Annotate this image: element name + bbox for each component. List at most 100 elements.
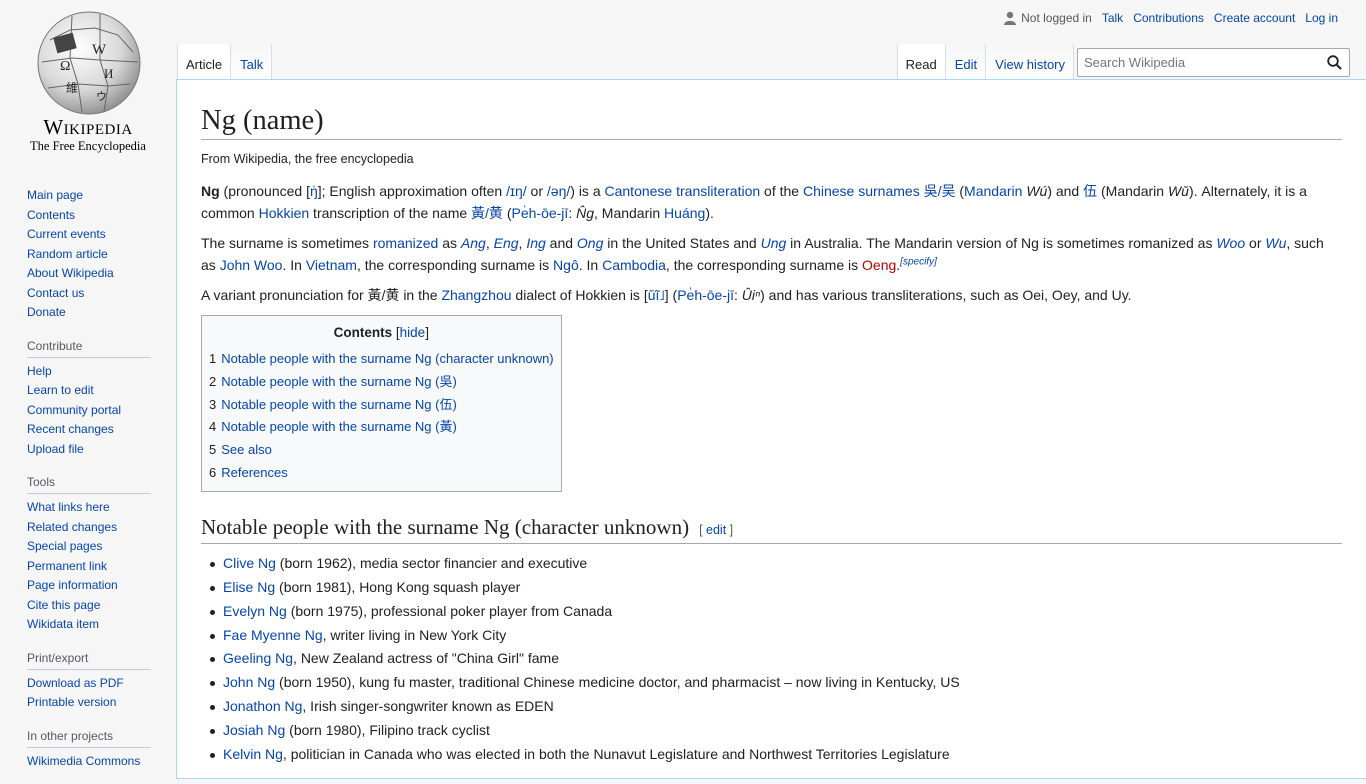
sidebar-item-about[interactable]: About Wikipedia (27, 266, 114, 280)
sidebar-item-contact[interactable]: Contact us (27, 286, 84, 300)
talk-link[interactable]: Talk (1102, 11, 1123, 25)
search-input[interactable] (1078, 55, 1319, 70)
sidebar-item-wikimedia-commons[interactable]: Wikimedia Commons (27, 754, 140, 768)
link-wu-character[interactable]: 吳/吴 (924, 183, 956, 199)
toc-link[interactable]: Notable people with the surname Ng (黃) (221, 419, 457, 434)
sidebar-item-related-changes[interactable]: Related changes (27, 520, 117, 534)
sidebar-item-main-page[interactable]: Main page (27, 188, 83, 202)
section-edit-link[interactable]: edit (706, 523, 726, 537)
section-heading: Notable people with the surname Ng (char… (201, 514, 1342, 545)
tab-edit-label[interactable]: Edit (955, 57, 977, 72)
sidebar-item-printable-version[interactable]: Printable version (27, 695, 116, 709)
sidebar-item-page-information[interactable]: Page information (27, 578, 118, 592)
person-desc: , New Zealand actress of "China Girl" fa… (293, 650, 559, 667)
person-link[interactable]: Elise Ng (223, 579, 275, 595)
link-ung[interactable]: Ung (761, 235, 787, 251)
ipa-link[interactable]: ŭĩ˩ (648, 287, 665, 303)
person-link[interactable]: Geeling Ng (223, 650, 293, 666)
sidebar-item-community-portal[interactable]: Community portal (27, 403, 121, 417)
person-link[interactable]: John Ng (223, 674, 275, 690)
search-button[interactable] (1319, 49, 1349, 77)
sidebar-item-contents[interactable]: Contents (27, 208, 75, 222)
link-poj[interactable]: Pe̍h-ōe-jī (512, 205, 569, 221)
person-link[interactable]: Josiah Ng (223, 722, 285, 738)
toc-item[interactable]: 4 Notable people with the surname Ng (黃) (209, 416, 554, 439)
person-link[interactable]: Jonathon Ng (223, 698, 302, 714)
link-cantonese-transliteration[interactable]: Cantonese transliteration (605, 183, 761, 199)
toc-item[interactable]: 3 Notable people with the surname Ng (伍) (209, 394, 554, 417)
toc-title: Contents [hide] (209, 325, 554, 340)
ipa-link[interactable]: /əŋ/ (547, 183, 570, 199)
toc-link[interactable]: Notable people with the surname Ng (char… (221, 351, 553, 366)
toc-item[interactable]: 1 Notable people with the surname Ng (cha… (209, 348, 554, 371)
tab-talk-label[interactable]: Talk (240, 57, 263, 72)
link-wu5-character[interactable]: 伍 (1083, 183, 1097, 199)
sidebar-item-recent-changes[interactable]: Recent changes (27, 422, 114, 436)
link-ing[interactable]: Ing (526, 235, 545, 251)
tab-read[interactable]: Read (896, 44, 946, 80)
link-ang[interactable]: Ang (461, 235, 486, 251)
sidebar-item-help[interactable]: Help (27, 364, 52, 378)
toc-number: 4 (209, 419, 217, 435)
link-oeng[interactable]: Oeng (862, 257, 896, 273)
sidebar-item-random-article[interactable]: Random article (27, 247, 108, 261)
toc-link[interactable]: References (221, 465, 287, 480)
sidebar-item-current-events[interactable]: Current events (27, 227, 106, 241)
sidebar-item-what-links-here[interactable]: What links here (27, 500, 110, 514)
link-vietnam[interactable]: Vietnam (306, 257, 357, 273)
wikipedia-logo[interactable]: W Ω И 維 ウ Wikipedia The Free Encyclopedi… (0, 0, 176, 160)
link-poj[interactable]: Pe̍h-ōe-jī (677, 287, 734, 303)
person-link[interactable]: Kelvin Ng (223, 746, 283, 762)
link-mandarin[interactable]: Mandarin (964, 183, 1022, 199)
person-link[interactable]: Evelyn Ng (223, 603, 287, 619)
toc-link[interactable]: See also (221, 442, 272, 457)
tab-talk[interactable]: Talk (231, 44, 273, 80)
text: Ng (201, 183, 220, 200)
link-john-woo[interactable]: John Woo (220, 257, 283, 273)
link-romanized[interactable]: romanized (373, 235, 438, 251)
text: ( (955, 183, 965, 200)
link-hokkien[interactable]: Hokkien (259, 205, 310, 221)
person-link[interactable]: Fae Myenne Ng (223, 627, 323, 643)
tab-article-label[interactable]: Article (186, 57, 222, 72)
sidebar-item-cite-this-page[interactable]: Cite this page (27, 598, 100, 612)
sidebar-item-learn-to-edit[interactable]: Learn to edit (27, 383, 94, 397)
sidebar-item-wikidata-item[interactable]: Wikidata item (27, 617, 99, 631)
svg-text:И: И (104, 66, 113, 81)
toc-link[interactable]: Notable people with the surname Ng (伍) (221, 397, 457, 412)
link-cambodia[interactable]: Cambodia (602, 257, 666, 273)
person-link[interactable]: Clive Ng (223, 555, 276, 571)
sidebar-item-download-pdf[interactable]: Download as PDF (27, 676, 124, 690)
tab-read-label[interactable]: Read (906, 57, 937, 72)
link-woo[interactable]: Woo (1216, 235, 1245, 251)
ipa-link[interactable]: ŋ̍ (310, 183, 318, 199)
specify-link[interactable]: [specify] (900, 257, 937, 268)
link-ong[interactable]: Ong (577, 235, 603, 251)
toc-item[interactable]: 6 References (209, 462, 554, 485)
tab-edit[interactable]: Edit (945, 44, 987, 80)
link-huang[interactable]: Huáng (664, 205, 705, 221)
list-item: Fae Myenne Ng, writer living in New York… (210, 624, 1342, 648)
link-eng[interactable]: Eng (494, 235, 519, 251)
contributions-link[interactable]: Contributions (1133, 11, 1204, 25)
toc-item[interactable]: 5 See also (209, 439, 554, 462)
link-ngo[interactable]: Ngô (553, 257, 579, 273)
link-huang-character[interactable]: 黃/黄 (471, 205, 503, 221)
tab-article[interactable]: Article (177, 44, 232, 80)
text: , Mandarin (594, 205, 665, 222)
toc-item[interactable]: 2 Notable people with the surname Ng (吳) (209, 371, 554, 394)
create-account-link[interactable]: Create account (1214, 11, 1295, 25)
tab-history[interactable]: View history (986, 44, 1074, 80)
link-chinese-surnames[interactable]: Chinese surnames (803, 183, 920, 199)
tab-history-label[interactable]: View history (995, 57, 1065, 72)
toc-hide-link[interactable]: hide (400, 325, 426, 340)
link-wu[interactable]: Wu (1265, 235, 1286, 251)
sidebar-item-special-pages[interactable]: Special pages (27, 539, 102, 553)
login-link[interactable]: Log in (1305, 11, 1338, 25)
toc-link[interactable]: Notable people with the surname Ng (吳) (221, 374, 457, 389)
sidebar-item-permanent-link[interactable]: Permanent link (27, 559, 107, 573)
sidebar-item-donate[interactable]: Donate (27, 305, 66, 319)
ipa-link[interactable]: /ɪŋ/ (506, 183, 527, 199)
sidebar-item-upload-file[interactable]: Upload file (27, 442, 84, 456)
link-zhangzhou[interactable]: Zhangzhou (441, 287, 511, 303)
